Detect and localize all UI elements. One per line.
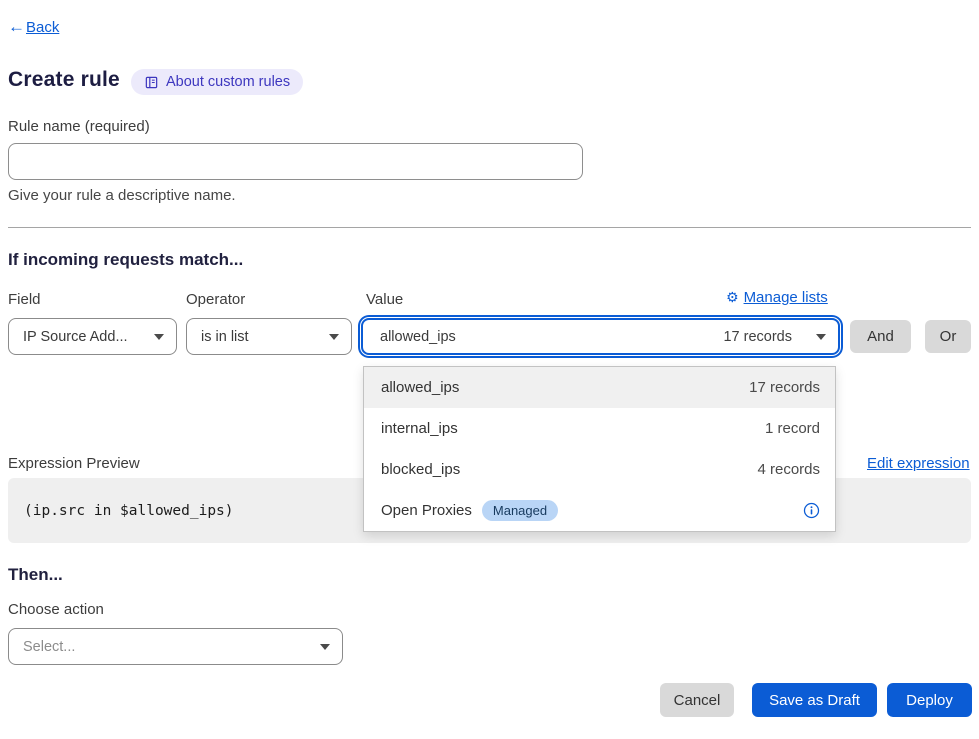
chevron-down-icon bbox=[816, 334, 826, 340]
create-rule-page: ←Back Create rule About custom rules Rul… bbox=[0, 0, 979, 739]
list-option-name: internal_ips bbox=[381, 420, 458, 437]
manage-lists-link[interactable]: ⚙ Manage lists bbox=[726, 289, 840, 306]
field-select-value: IP Source Add... bbox=[23, 329, 128, 345]
operator-select-value: is in list bbox=[201, 329, 249, 345]
field-label: Field bbox=[8, 291, 41, 308]
rule-name-input[interactable] bbox=[8, 143, 583, 180]
value-select[interactable]: allowed_ips 17 records bbox=[361, 318, 840, 355]
operator-label: Operator bbox=[186, 291, 245, 308]
page-title: Create rule bbox=[8, 68, 120, 92]
operator-select[interactable]: is in list bbox=[186, 318, 352, 355]
managed-badge: Managed bbox=[482, 500, 558, 521]
list-option-name: blocked_ips bbox=[381, 461, 460, 478]
action-select-placeholder: Select... bbox=[23, 639, 75, 655]
list-option-records: 17 records bbox=[749, 379, 820, 396]
action-select[interactable]: Select... bbox=[8, 628, 343, 665]
edit-expression-link[interactable]: Edit expression bbox=[867, 455, 970, 472]
list-option-records: 1 record bbox=[765, 420, 820, 437]
back-link-label: Back bbox=[26, 19, 59, 36]
list-option-name: allowed_ips bbox=[381, 379, 459, 396]
gear-icon: ⚙ bbox=[726, 289, 739, 306]
then-section-heading: Then... bbox=[8, 565, 63, 585]
list-option-internal-ips[interactable]: internal_ips 1 record bbox=[364, 408, 835, 449]
list-dropdown-menu: allowed_ips 17 records internal_ips 1 re… bbox=[363, 366, 836, 532]
chevron-down-icon bbox=[329, 334, 339, 340]
list-option-open-proxies[interactable]: Open Proxies Managed bbox=[364, 490, 835, 531]
expression-preview-label: Expression Preview bbox=[8, 455, 140, 472]
list-option-records: 4 records bbox=[757, 461, 820, 478]
book-icon bbox=[144, 75, 159, 90]
expression-code: (ip.src in $allowed_ips) bbox=[24, 503, 234, 519]
save-as-draft-button[interactable]: Save as Draft bbox=[752, 683, 877, 717]
cancel-button[interactable]: Cancel bbox=[660, 683, 734, 717]
about-badge-label: About custom rules bbox=[166, 74, 290, 90]
rule-name-helper: Give your rule a descriptive name. bbox=[8, 187, 236, 204]
back-link[interactable]: ←Back bbox=[8, 17, 59, 37]
list-option-blocked-ips[interactable]: blocked_ips 4 records bbox=[364, 449, 835, 490]
rule-name-label: Rule name (required) bbox=[8, 118, 150, 135]
or-button[interactable]: Or bbox=[925, 320, 971, 353]
list-option-allowed-ips[interactable]: allowed_ips 17 records bbox=[364, 367, 835, 408]
value-label: Value bbox=[366, 291, 403, 308]
value-select-records: 17 records bbox=[723, 329, 792, 345]
value-select-value: allowed_ips bbox=[380, 329, 456, 345]
deploy-button[interactable]: Deploy bbox=[887, 683, 972, 717]
match-section-heading: If incoming requests match... bbox=[8, 250, 243, 270]
manage-lists-label: Manage lists bbox=[744, 289, 828, 306]
list-option-name: Open Proxies bbox=[381, 502, 472, 519]
back-arrow-icon: ← bbox=[8, 17, 25, 37]
chevron-down-icon bbox=[154, 334, 164, 340]
about-custom-rules-link[interactable]: About custom rules bbox=[131, 69, 303, 95]
chevron-down-icon bbox=[320, 644, 330, 650]
field-select[interactable]: IP Source Add... bbox=[8, 318, 177, 355]
and-button[interactable]: And bbox=[850, 320, 911, 353]
info-icon[interactable] bbox=[803, 502, 820, 519]
section-divider bbox=[8, 227, 971, 228]
choose-action-label: Choose action bbox=[8, 601, 104, 618]
